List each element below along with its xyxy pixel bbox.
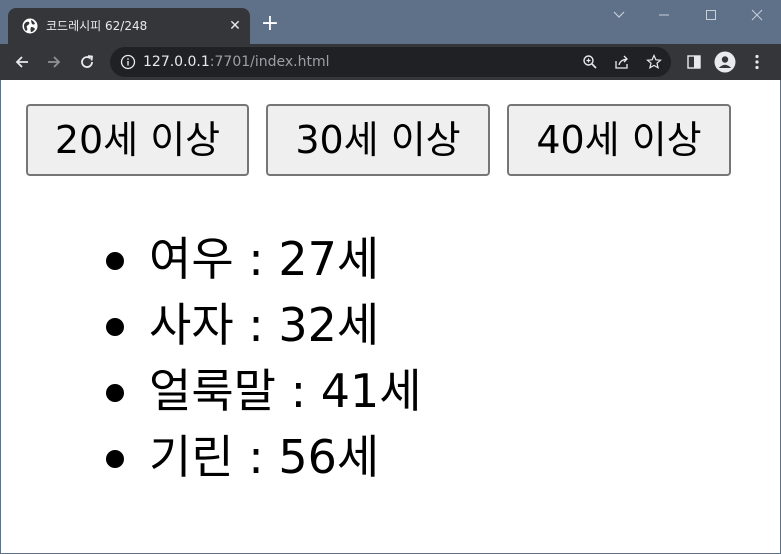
share-icon[interactable] xyxy=(612,52,632,72)
url-path: :7701/index.html xyxy=(209,54,330,70)
bullet-icon xyxy=(106,384,124,402)
bullet-icon xyxy=(106,318,124,336)
list-item: 얼룩말 : 41세 xyxy=(103,358,422,424)
chevron-down-icon[interactable] xyxy=(596,0,642,30)
profile-icon[interactable] xyxy=(713,50,737,74)
back-arrow-icon[interactable] xyxy=(8,48,36,76)
animal-text: 얼룩말 : 41세 xyxy=(149,364,422,418)
zoom-icon[interactable] xyxy=(580,52,600,72)
list-item: 기린 : 56세 xyxy=(103,424,422,490)
forward-arrow-icon[interactable] xyxy=(40,48,68,76)
animal-list: 여우 : 27세 사자 : 32세 얼룩말 : 41세 기린 : 56세 xyxy=(103,226,422,490)
page-viewport: 20세 이상 30세 이상 40세 이상 여우 : 27세 사자 : 32세 얼… xyxy=(0,80,781,554)
side-panel-icon[interactable] xyxy=(682,50,706,74)
animal-text: 사자 : 32세 xyxy=(149,298,380,352)
tab-close-icon[interactable]: ✕ xyxy=(226,17,244,35)
url-text[interactable]: 127.0.0.1:7701/index.html xyxy=(143,53,330,71)
filter-30-button[interactable]: 30세 이상 xyxy=(266,104,490,176)
animal-text: 여우 : 27세 xyxy=(149,232,380,286)
more-menu-icon[interactable] xyxy=(745,50,769,74)
bullet-icon xyxy=(106,450,124,468)
filter-20-button[interactable]: 20세 이상 xyxy=(26,104,249,176)
list-item: 여우 : 27세 xyxy=(103,226,422,292)
new-tab-button[interactable]: + xyxy=(258,12,282,36)
info-icon[interactable] xyxy=(120,54,136,70)
bullet-icon xyxy=(106,252,124,270)
minimize-icon[interactable] xyxy=(641,0,687,30)
browser-titlebar: 코드레시피 62/248 ✕ + xyxy=(0,0,781,44)
address-bar[interactable]: 127.0.0.1:7701/index.html xyxy=(110,47,671,77)
animal-text: 기린 : 56세 xyxy=(149,430,380,484)
browser-tab[interactable]: 코드레시피 62/248 ✕ xyxy=(8,8,250,44)
window-close-icon[interactable] xyxy=(734,0,780,30)
list-item: 사자 : 32세 xyxy=(103,292,422,358)
tab-title: 코드레시피 62/248 xyxy=(46,19,148,33)
star-icon[interactable] xyxy=(644,52,664,72)
url-host: 127.0.0.1 xyxy=(143,54,210,70)
browser-toolbar: 127.0.0.1:7701/index.html xyxy=(0,44,781,80)
reload-icon[interactable] xyxy=(73,48,101,76)
globe-icon xyxy=(22,18,38,34)
maximize-icon[interactable] xyxy=(688,0,734,30)
filter-40-button[interactable]: 40세 이상 xyxy=(507,104,731,176)
